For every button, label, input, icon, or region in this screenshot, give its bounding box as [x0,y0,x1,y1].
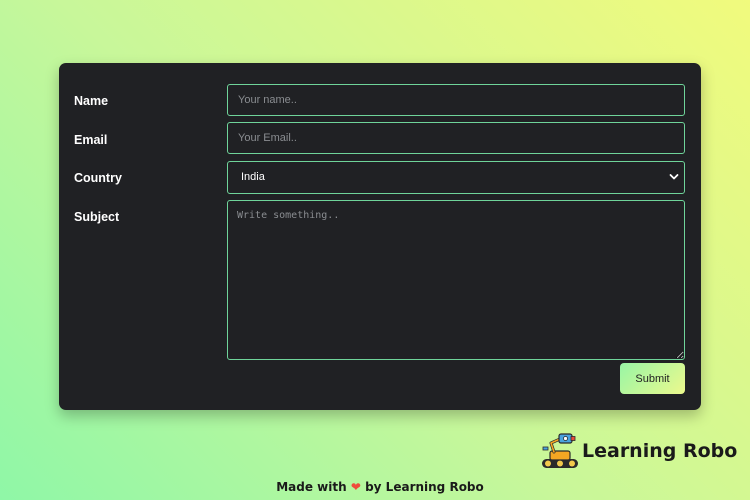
brand-logo: Learning Robo [540,431,737,471]
name-input[interactable] [227,84,685,116]
subject-textarea[interactable] [227,200,685,360]
contact-form-card: Name Email Country India Subject Submit [59,63,701,410]
footer-made-with: Made with [276,480,347,494]
email-label: Email [74,133,108,147]
robot-icon [542,433,578,468]
country-label: Country [74,171,122,185]
subject-label: Subject [74,210,120,224]
submit-button[interactable]: Submit [620,363,685,394]
footer: Made with ❤ by Learning Robo [0,480,750,494]
name-label: Name [74,94,109,108]
country-select[interactable]: India [227,161,685,194]
heart-icon: ❤ [350,480,361,494]
country-select-value: India [241,171,265,183]
email-input[interactable] [227,122,685,154]
brand-name: Learning Robo [582,440,738,462]
footer-by: by Learning Robo [365,480,484,494]
